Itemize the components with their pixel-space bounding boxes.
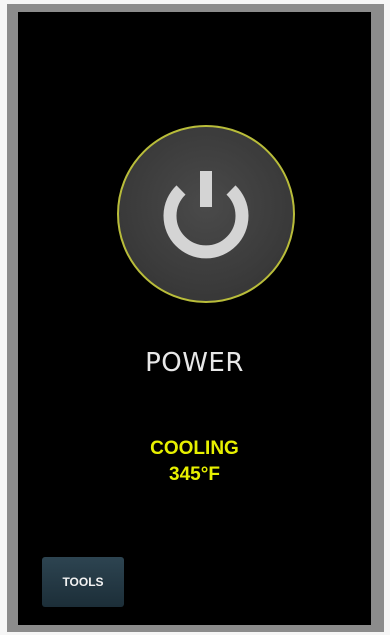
tools-button[interactable]: TOOLS: [42, 557, 124, 607]
device-frame: POWER COOLING 345°F TOOLS: [0, 0, 390, 635]
status-mode: COOLING: [150, 438, 239, 459]
power-button[interactable]: [117, 125, 295, 303]
status-temperature: 345°F: [169, 464, 220, 485]
power-icon: [163, 171, 249, 259]
power-label[interactable]: POWER: [18, 348, 371, 378]
control-screen: POWER COOLING 345°F TOOLS: [18, 12, 371, 625]
